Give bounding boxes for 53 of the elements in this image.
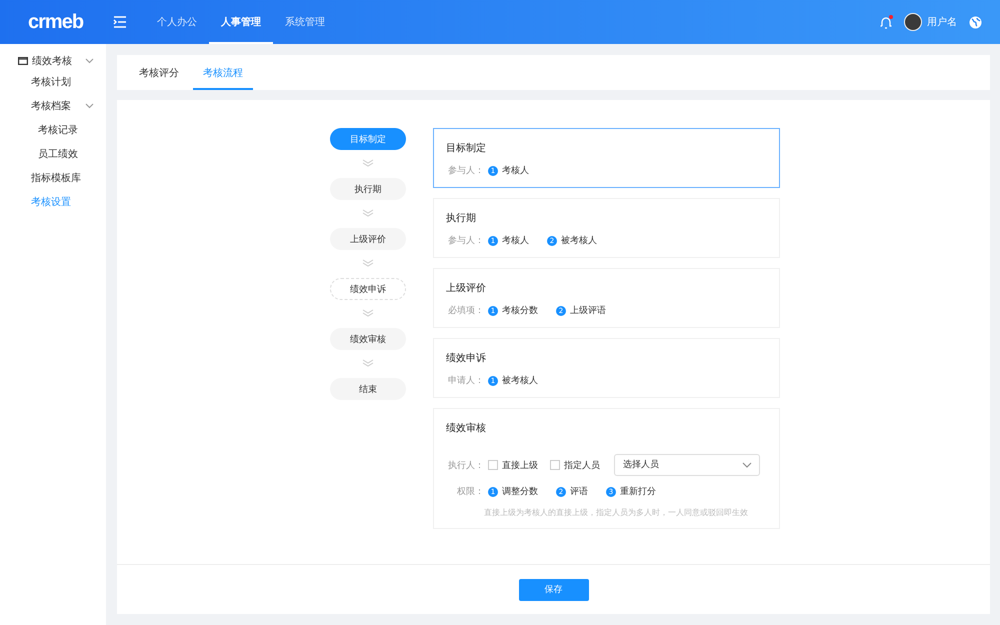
item-text: 考核分数 <box>502 304 538 317</box>
checkbox-label[interactable]: 指定人员 <box>564 458 600 472</box>
double-chevron-icon <box>362 309 374 317</box>
row-label: 必填项： <box>447 304 484 317</box>
window-icon <box>18 57 28 65</box>
row-label: 权限： <box>456 486 484 498</box>
row-label: 参与人： <box>447 234 484 247</box>
item-text: 调整分数 <box>502 486 538 498</box>
card-title: 目标制定 <box>446 142 487 155</box>
item-text: 评语 <box>570 486 588 498</box>
checkbox[interactable] <box>488 460 498 470</box>
item-text: 考核人 <box>502 164 529 177</box>
row-label: 申请人： <box>447 374 484 387</box>
double-chevron-icon <box>362 259 374 267</box>
checkbox[interactable] <box>550 460 560 470</box>
row-label: 执行人： <box>447 460 484 472</box>
card-title: 上级评价 <box>446 282 487 295</box>
person-select[interactable]: 选择人员 <box>614 454 760 476</box>
double-chevron-icon <box>362 359 374 367</box>
globe-icon[interactable] <box>969 16 982 28</box>
item-text: 被考核人 <box>561 234 597 247</box>
sidebar-item[interactable]: 考核档案 <box>0 94 106 118</box>
chevron-icon <box>85 103 94 109</box>
step-pill[interactable]: 结束 <box>330 378 406 400</box>
item-text: 被考核人 <box>502 374 538 387</box>
sidebar-item[interactable]: 指标模板库 <box>0 166 106 190</box>
nav-tab[interactable]: 人事管理 <box>209 0 273 44</box>
sidebar-subitem[interactable]: 考核记录 <box>0 118 106 142</box>
item-text: 重新打分 <box>620 486 656 498</box>
double-chevron-icon <box>362 159 374 167</box>
tab[interactable]: 考核评分 <box>129 55 189 90</box>
card-title: 绩效审核 <box>446 422 487 435</box>
nav-tab[interactable]: 个人办公 <box>145 0 209 44</box>
card-title: 执行期 <box>446 212 477 225</box>
sidebar-item[interactable]: 考核计划 <box>0 70 106 94</box>
logo[interactable]: crmeb <box>28 10 86 34</box>
menu-icon[interactable] <box>113 16 127 28</box>
avatar[interactable] <box>904 13 922 31</box>
sidebar-group[interactable]: 绩效考核 <box>0 52 106 70</box>
sidebar-subitem[interactable]: 员工绩效 <box>0 142 106 166</box>
step-pill[interactable]: 绩效审核 <box>330 328 406 350</box>
double-chevron-icon <box>362 209 374 217</box>
step-pill[interactable]: 执行期 <box>330 178 406 200</box>
step-pill[interactable]: 上级评价 <box>330 228 406 250</box>
chevron-icon <box>85 58 94 64</box>
item-text: 考核人 <box>502 234 529 247</box>
chevron-icon <box>742 462 752 468</box>
checkbox-label[interactable]: 直接上级 <box>502 458 538 472</box>
step-pill[interactable]: 绩效申诉 <box>330 278 406 300</box>
bell-icon[interactable] <box>880 16 892 28</box>
row-label: 参与人： <box>447 164 484 177</box>
item-text: 上级评语 <box>570 304 606 317</box>
card-title: 绩效申诉 <box>446 352 487 365</box>
